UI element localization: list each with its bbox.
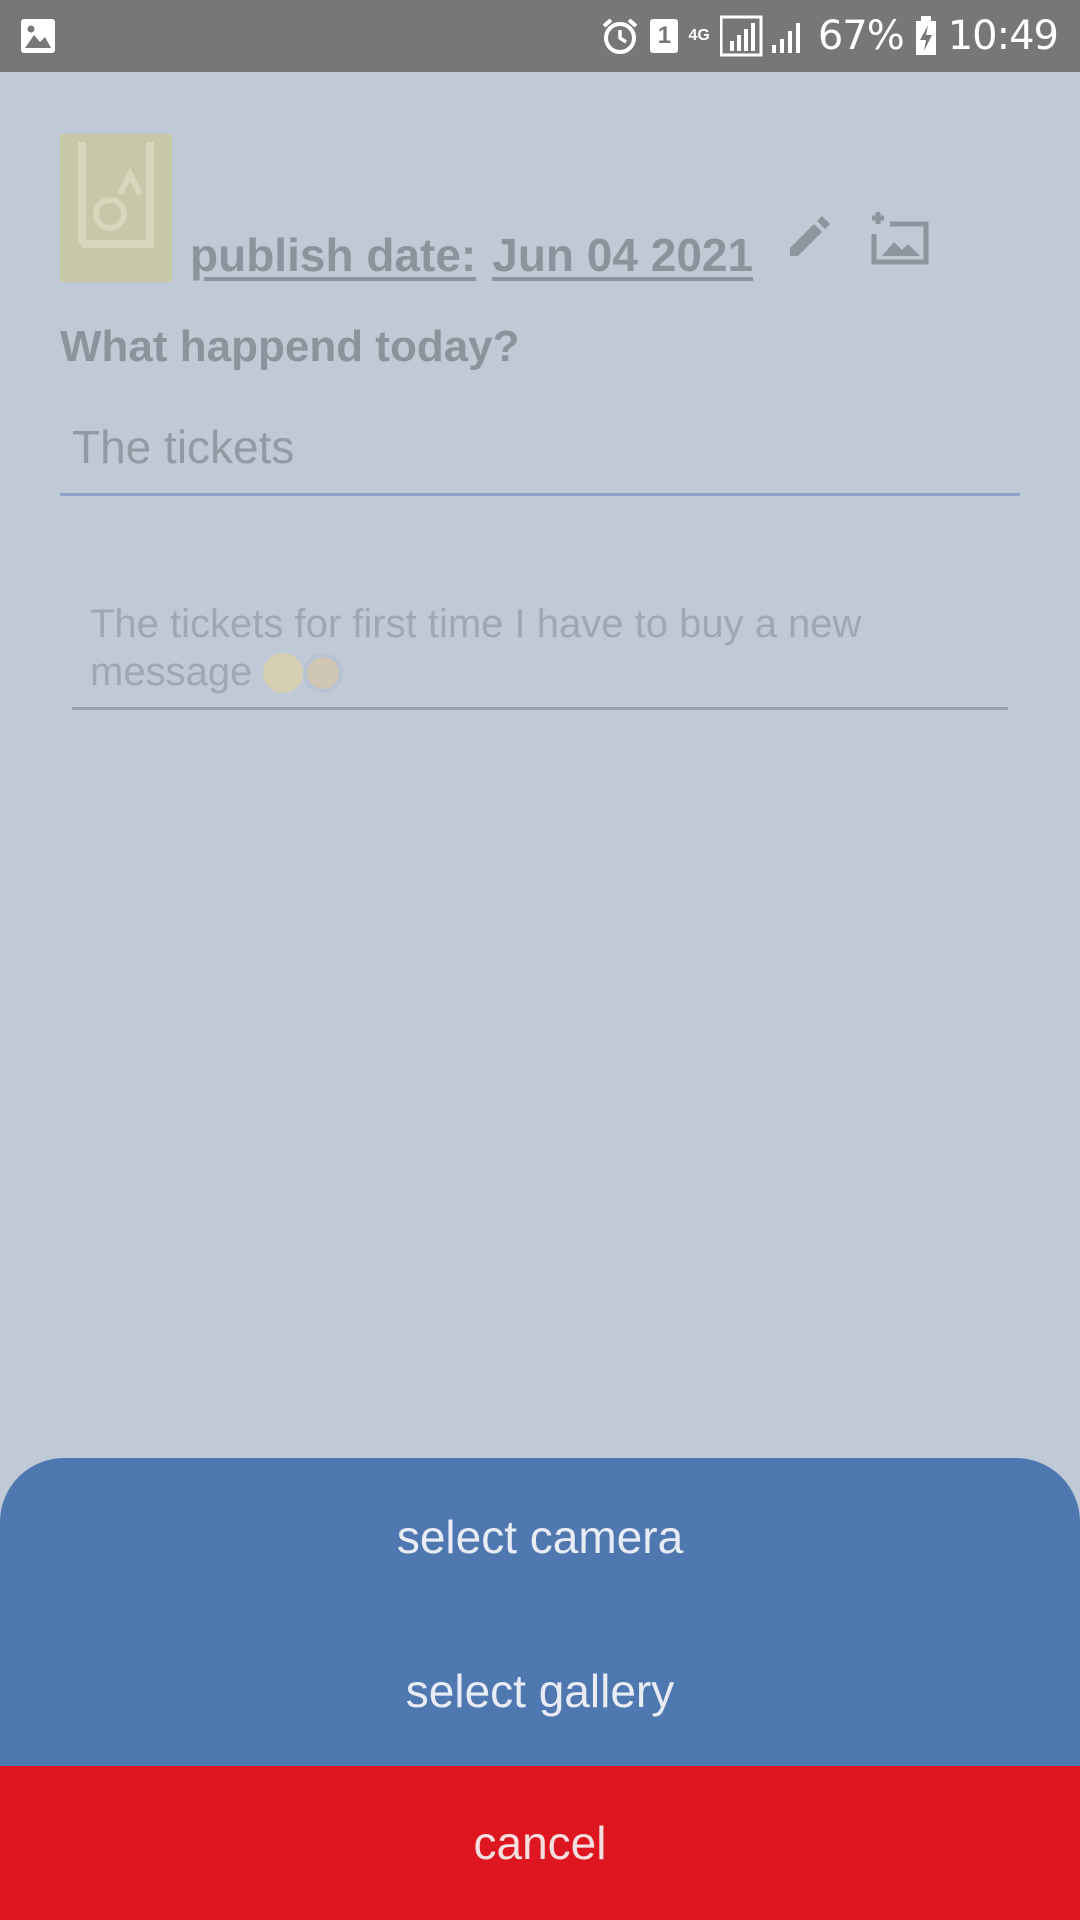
sim-icon: 1 [650,19,679,53]
entry-thumbnail[interactable] [60,134,172,282]
question-heading: What happend today? [60,322,520,371]
select-gallery-button[interactable]: select gallery [0,1664,1080,1718]
body-text-field[interactable]: The tickets for first time I have to buy… [72,600,1008,710]
gallery-icon [21,19,55,53]
publish-date-label: publish date: [190,229,477,281]
cancel-label: cancel [473,1817,607,1869]
select-camera-button[interactable]: select camera [0,1510,1080,1564]
publish-date-row[interactable]: publish date: Jun 04 2021 [190,228,753,282]
status-indicators: 1 4G 67% 10:49 [600,0,1059,72]
battery-percentage: 67% [817,13,905,59]
crying-emoji-icon [303,653,344,693]
pencil-icon[interactable] [782,212,832,262]
image-source-sheet: select camera select gallery [0,1458,1080,1768]
body-text: The tickets for first time I have to buy… [90,602,862,694]
clock: 10:49 [947,13,1059,59]
signal-icon [719,15,800,57]
smirk-emoji-icon [263,653,304,693]
status-bar: 1 4G 67% 10:49 [0,0,1080,72]
publish-date-value[interactable]: Jun 04 2021 [492,228,753,282]
app-logo-icon [78,142,154,248]
network-type: 4G [688,27,710,44]
title-input[interactable] [60,400,1020,496]
battery-charging-icon [915,16,936,55]
alarm-icon [603,18,638,54]
cancel-button[interactable]: cancel [0,1766,1080,1920]
add-photo-icon[interactable] [866,212,932,266]
